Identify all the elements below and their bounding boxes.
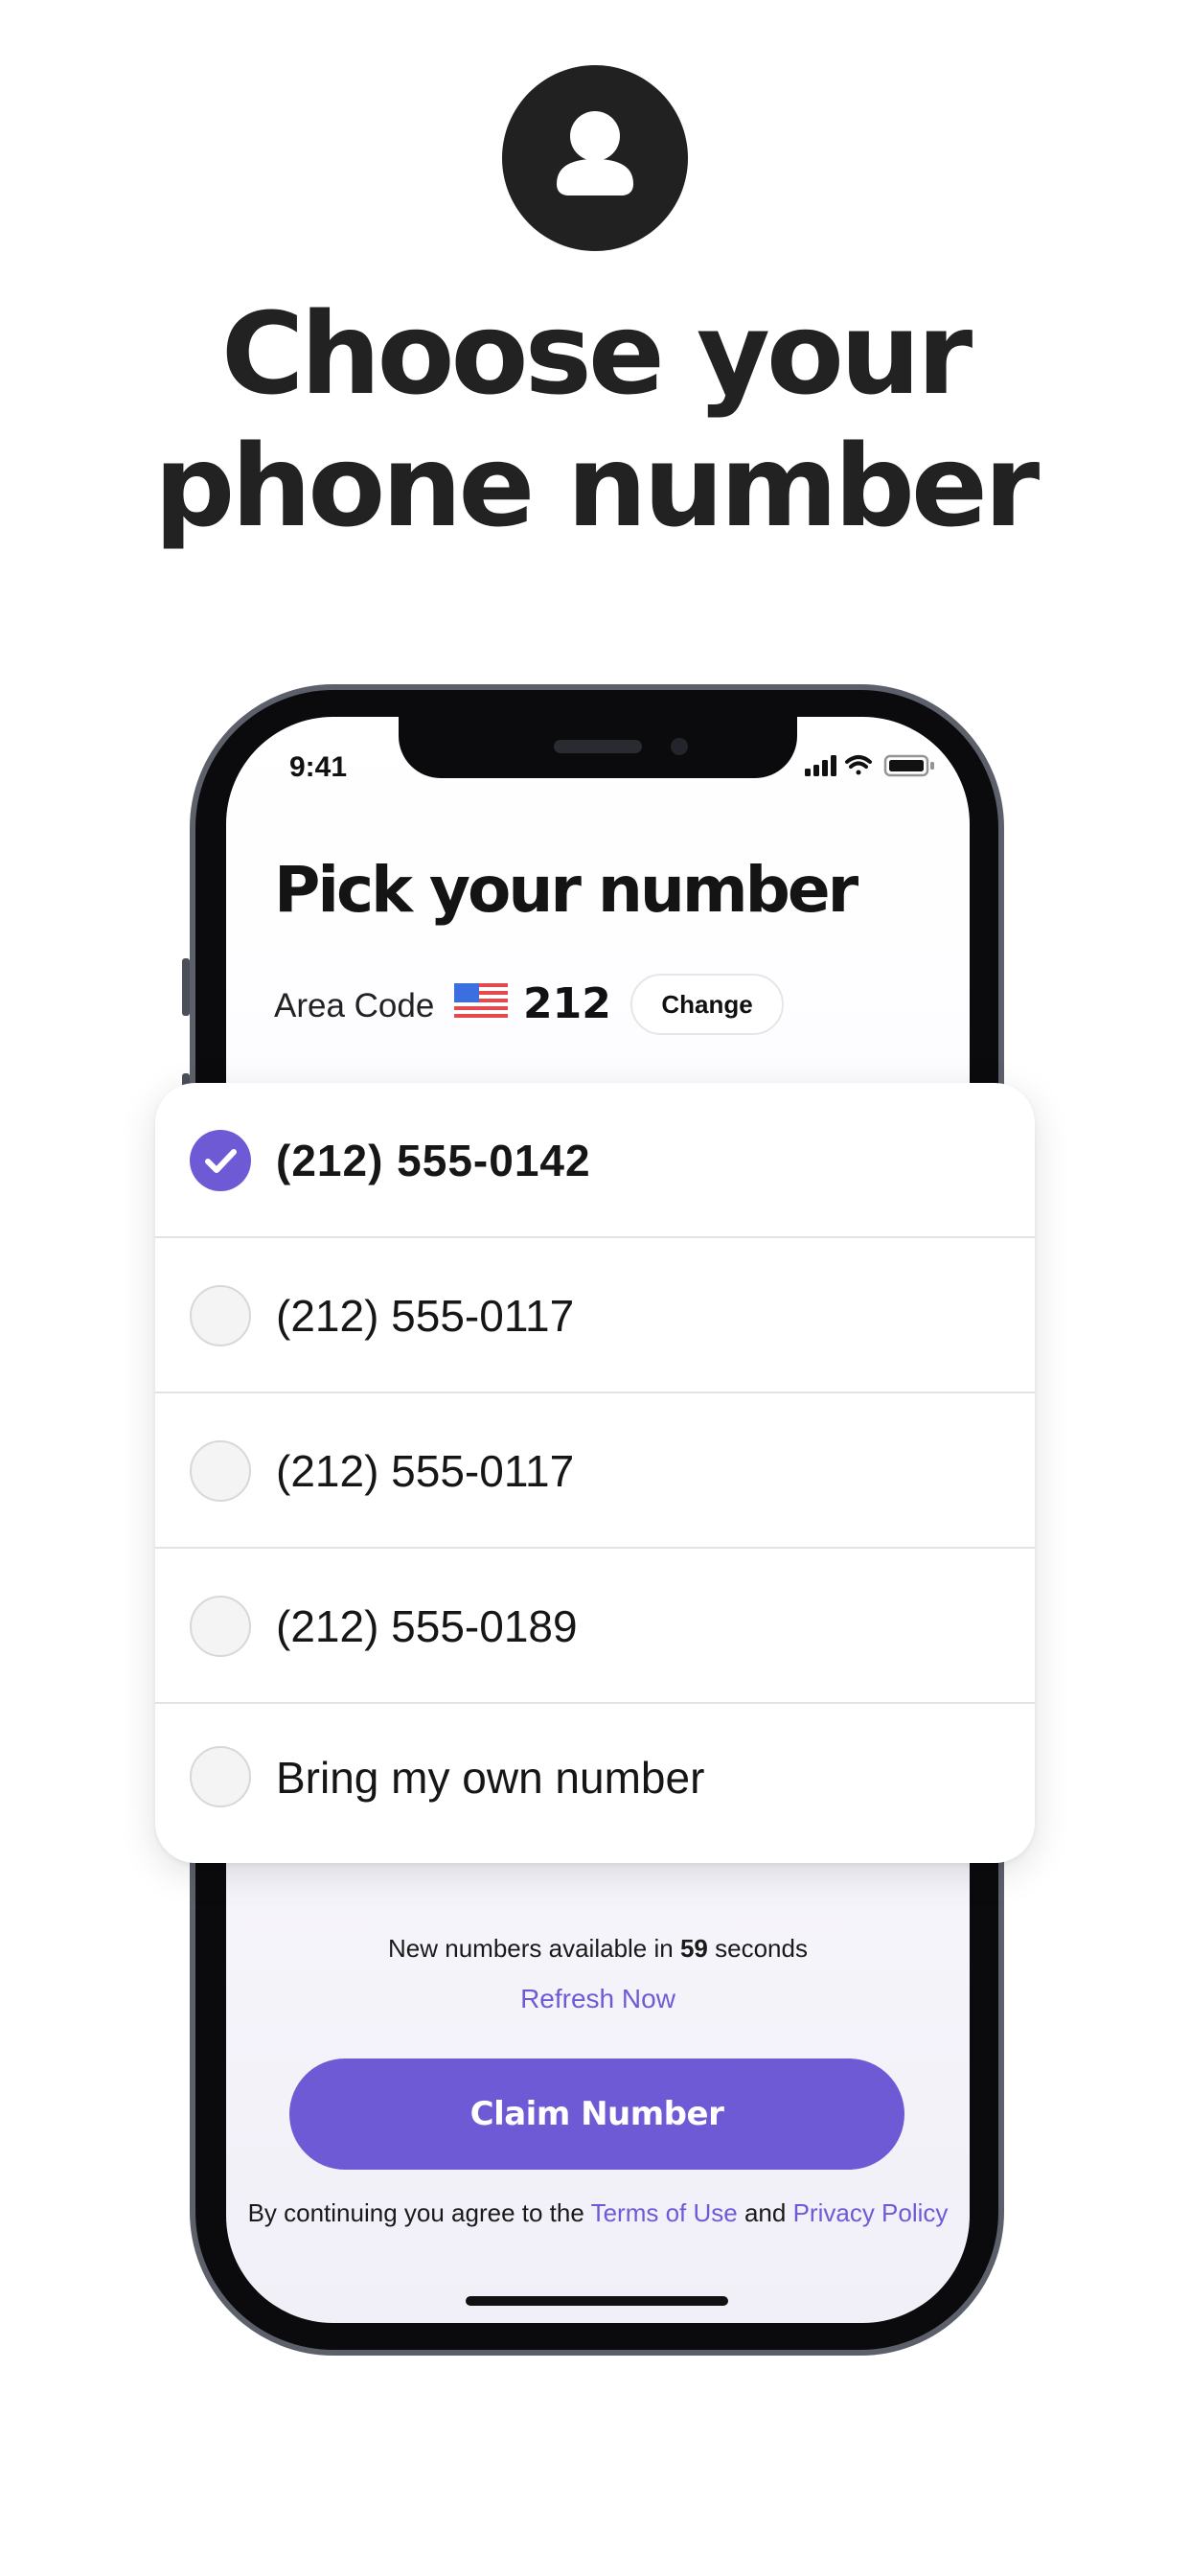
- person-icon: [502, 65, 688, 251]
- timer-seconds: 59: [679, 1934, 708, 1963]
- earpiece-speaker: [554, 740, 642, 753]
- phone-silent-switch: [182, 958, 190, 1016]
- cellular-signal-icon: [805, 755, 836, 776]
- terms-conjunction: and: [744, 2198, 787, 2227]
- home-indicator: [466, 2296, 728, 2306]
- number-option[interactable]: (212) 555-0189: [155, 1549, 1035, 1704]
- front-camera: [671, 738, 688, 755]
- status-icons: [805, 753, 939, 783]
- number-options-list: (212) 555-0142 (212) 555-0117 (212) 555-…: [155, 1083, 1035, 1863]
- radio-button[interactable]: [190, 1596, 251, 1657]
- terms-of-use-link[interactable]: Terms of Use: [591, 2198, 738, 2227]
- terms-prefix: By continuing you agree to the: [247, 2198, 584, 2227]
- availability-timer: New numbers available in 59 seconds: [226, 1934, 970, 1964]
- headline: Choose your phone number: [0, 288, 1190, 552]
- battery-icon: [883, 754, 934, 777]
- number-option[interactable]: (212) 555-0117: [155, 1393, 1035, 1549]
- number-option[interactable]: (212) 555-0117: [155, 1238, 1035, 1393]
- us-flag-icon: [454, 983, 508, 1026]
- screen-title: Pick your number: [274, 853, 858, 927]
- headline-line-2: phone number: [153, 420, 1040, 552]
- number-option-label: (212) 555-0117: [276, 1446, 575, 1496]
- area-code-label: Area Code: [274, 987, 435, 1024]
- refresh-now-link[interactable]: Refresh Now: [226, 1984, 970, 2014]
- privacy-policy-link[interactable]: Privacy Policy: [793, 2198, 949, 2227]
- number-option-label: (212) 555-0189: [276, 1601, 578, 1651]
- radio-selected[interactable]: [190, 1130, 251, 1191]
- wifi-icon: [845, 755, 872, 775]
- status-time: 9:41: [289, 751, 348, 783]
- number-option-label: (212) 555-0117: [276, 1291, 575, 1341]
- terms-notice: By continuing you agree to the Terms of …: [226, 2196, 970, 2229]
- timer-prefix: New numbers available in: [388, 1934, 674, 1963]
- timer-suffix: seconds: [715, 1934, 808, 1963]
- claim-number-button[interactable]: Claim Number: [289, 2058, 904, 2170]
- number-option[interactable]: Bring my own number: [155, 1704, 1035, 1863]
- headline-line-1: Choose your: [220, 288, 973, 420]
- radio-button[interactable]: [190, 1285, 251, 1346]
- radio-button[interactable]: [190, 1746, 251, 1807]
- radio-button[interactable]: [190, 1440, 251, 1502]
- area-code-value: 212: [523, 979, 611, 1028]
- change-area-code-button[interactable]: Change: [630, 974, 784, 1035]
- checkmark-icon: [205, 1149, 237, 1173]
- bring-own-number-label: Bring my own number: [276, 1753, 705, 1803]
- number-option-label: (212) 555-0142: [276, 1136, 591, 1185]
- number-option[interactable]: (212) 555-0142: [155, 1083, 1035, 1238]
